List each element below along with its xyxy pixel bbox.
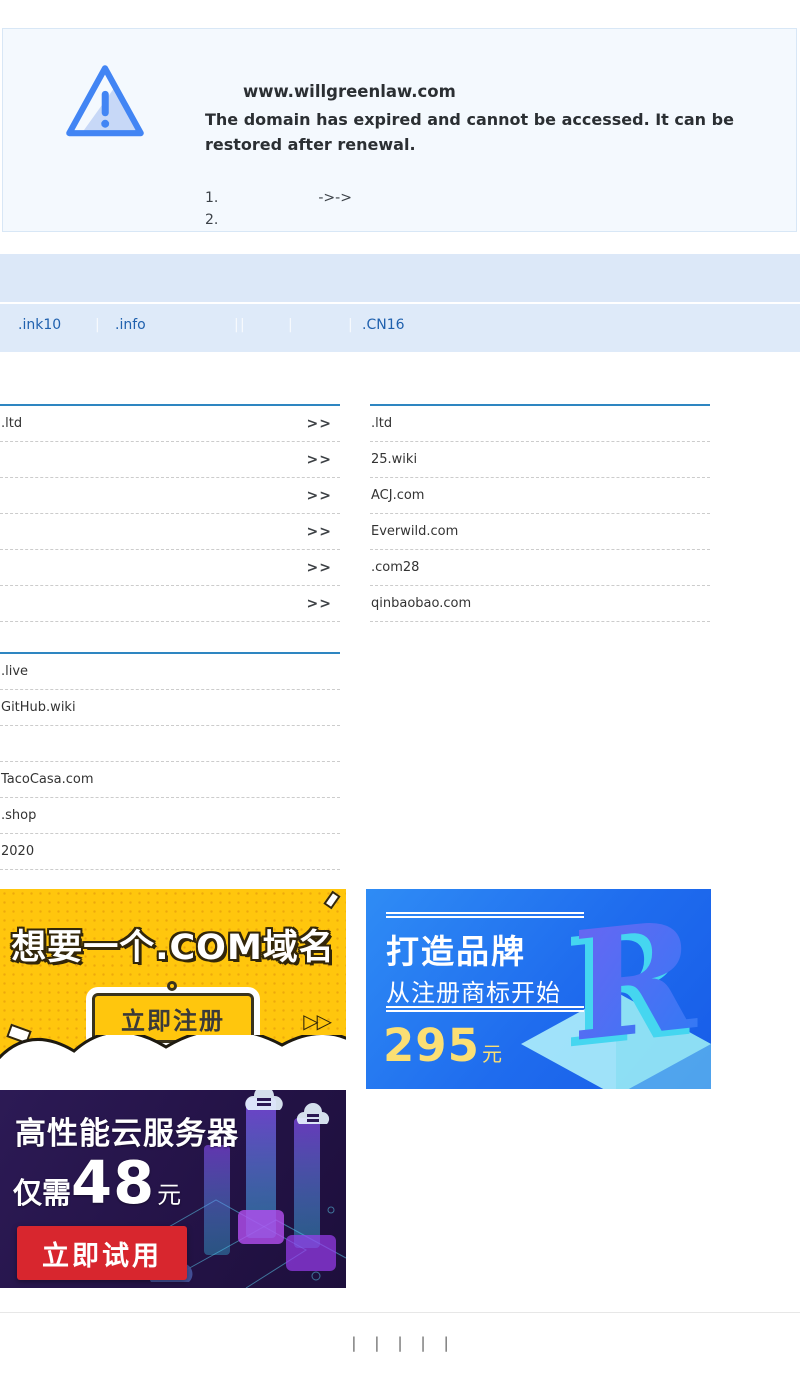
- domain-row[interactable]: TacoCasa.com: [0, 762, 340, 798]
- domain-list-right: .ltd 25.wiki ACJ.com Everwild.com .com28…: [370, 404, 710, 622]
- nav-separator: |: [288, 317, 293, 333]
- domain-row[interactable]: .live: [0, 654, 340, 690]
- domain-row[interactable]: .ltd: [370, 406, 710, 442]
- notice-step-2: 2.: [205, 209, 352, 231]
- domain-row[interactable]: >>: [0, 478, 340, 514]
- price-unit: 元: [157, 1175, 181, 1210]
- nav-link-cn16[interactable]: .CN16: [362, 317, 405, 333]
- domain-list-left: .ltd >> >> >> >> >> >>: [0, 404, 340, 622]
- domain-label: ACJ.com: [371, 488, 424, 503]
- double-rule-decoration: [386, 912, 584, 918]
- brand-ad-price: 295 元: [383, 1019, 502, 1072]
- more-marker: >>: [307, 452, 332, 468]
- domain-row[interactable]: Everwild.com: [370, 514, 710, 550]
- expired-notice-box: www.willgreenlaw.com The domain has expi…: [2, 28, 797, 232]
- more-marker: >>: [307, 560, 332, 576]
- notice-step-2-number: 2.: [205, 209, 218, 231]
- domain-row[interactable]: >>: [0, 442, 340, 478]
- domain-row[interactable]: GitHub.wiki: [0, 690, 340, 726]
- domain-label: .shop: [1, 808, 36, 823]
- footer-links-row: | | | | |: [0, 1334, 800, 1352]
- nav-separator: |: [234, 317, 239, 333]
- domain-row[interactable]: .shop: [0, 798, 340, 834]
- more-marker: >>: [307, 596, 332, 612]
- notice-step-1: 1. ->->: [205, 187, 352, 209]
- nav-separator: |: [240, 317, 245, 333]
- domain-row[interactable]: .ltd >>: [0, 406, 340, 442]
- nav-link-info[interactable]: .info: [115, 317, 146, 333]
- more-marker: >>: [307, 488, 332, 504]
- domain-row[interactable]: >>: [0, 514, 340, 550]
- more-marker: >>: [307, 416, 332, 432]
- header-band: [0, 254, 800, 302]
- domain-label: .com28: [371, 560, 419, 575]
- domain-row[interactable]: 2020: [0, 834, 340, 870]
- nav-separator: |: [95, 317, 100, 333]
- domain-row[interactable]: ACJ.com: [370, 478, 710, 514]
- domain-row[interactable]: [0, 726, 340, 762]
- domain-row[interactable]: qinbaobao.com: [370, 586, 710, 622]
- brand-ad-title: 打造品牌: [386, 925, 526, 973]
- expired-message: The domain has expired and cannot be acc…: [205, 107, 750, 157]
- price-unit: 元: [482, 1038, 502, 1067]
- price-number: 48: [71, 1148, 155, 1217]
- more-marker: >>: [307, 524, 332, 540]
- price-prefix: 仅需: [13, 1170, 71, 1212]
- svg-text:R: R: [572, 894, 698, 1076]
- domain-label: TacoCasa.com: [1, 772, 94, 787]
- com-domain-ad-banner[interactable]: 想要一个.COM域名 立即注册 ▷▷: [0, 889, 346, 1089]
- domain-row[interactable]: 25.wiki: [370, 442, 710, 478]
- button-dot-decoration: [167, 981, 177, 991]
- try-now-button[interactable]: 立即试用: [17, 1226, 187, 1280]
- server-ad-title: 高性能云服务器: [15, 1108, 239, 1153]
- cloud-server-ad-banner[interactable]: 高性能云服务器 仅需 48 元 立即试用: [0, 1090, 346, 1288]
- expired-domain-name: www.willgreenlaw.com: [243, 82, 456, 101]
- double-rule-decoration: [386, 1006, 584, 1012]
- com-ad-title: 想要一个.COM域名: [0, 919, 346, 970]
- price-number: 295: [383, 1019, 480, 1072]
- domain-label: 25.wiki: [371, 452, 417, 467]
- nav-band: .ink10 | .info | | | | .CN16: [0, 304, 800, 352]
- notice-step-1-text: ->->: [318, 187, 352, 209]
- domain-label: .ltd: [371, 416, 392, 431]
- footer-separator: |: [444, 1334, 449, 1352]
- domain-label: .live: [1, 664, 28, 679]
- domain-label: .ltd: [1, 416, 22, 431]
- footer-divider: [0, 1312, 800, 1313]
- domain-label: GitHub.wiki: [1, 700, 76, 715]
- footer-separator: |: [397, 1334, 402, 1352]
- warning-triangle-icon: [58, 57, 152, 151]
- domain-list-lower-left: .live GitHub.wiki TacoCasa.com .shop 202…: [0, 652, 340, 870]
- arrows-decoration: ▷▷: [303, 1009, 330, 1033]
- nav-separator: |: [348, 317, 353, 333]
- domain-row[interactable]: >>: [0, 550, 340, 586]
- notice-step-1-number: 1.: [205, 187, 218, 209]
- domain-label: 2020: [1, 844, 34, 859]
- clouds-decoration: [0, 1035, 346, 1089]
- footer-separator: |: [351, 1334, 356, 1352]
- domain-label: Everwild.com: [371, 524, 458, 539]
- notice-steps: 1. ->-> 2.: [205, 187, 352, 231]
- nav-link-ink10[interactable]: .ink10: [18, 317, 61, 333]
- domain-row[interactable]: >>: [0, 586, 340, 622]
- trademark-ad-banner[interactable]: R R 打造品牌 从注册商标开始 295 元: [366, 889, 711, 1089]
- footer-separator: |: [421, 1334, 426, 1352]
- domain-row[interactable]: .com28: [370, 550, 710, 586]
- brand-ad-subtitle: 从注册商标开始: [386, 973, 561, 1008]
- paper-decoration: [323, 891, 340, 910]
- domain-label: qinbaobao.com: [371, 596, 471, 611]
- footer-separator: |: [374, 1334, 379, 1352]
- page: www.willgreenlaw.com The domain has expi…: [0, 0, 800, 1387]
- server-ad-price: 仅需 48 元: [13, 1148, 181, 1217]
